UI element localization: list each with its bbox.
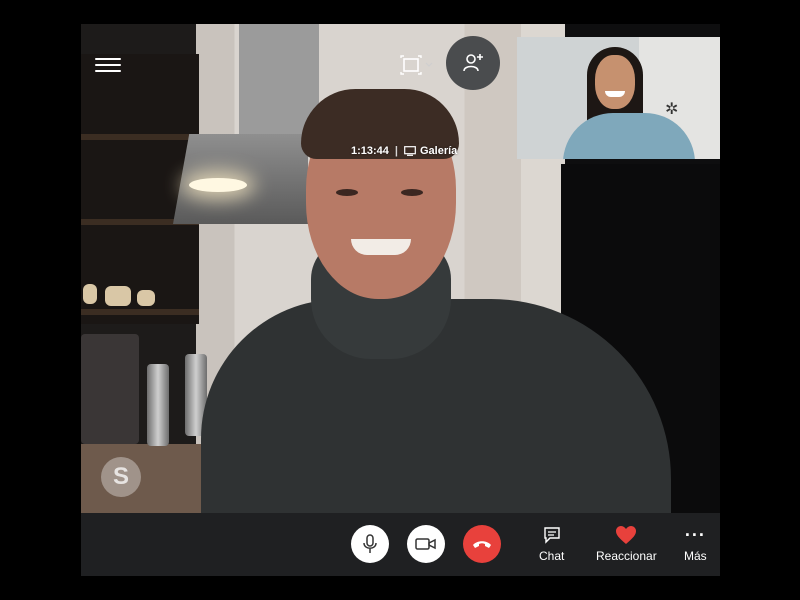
self-video-preview[interactable]: ✲ — [517, 37, 720, 159]
chat-button[interactable]: Chat — [539, 523, 564, 563]
coffee-machine — [81, 334, 139, 444]
fullscreen-icon — [400, 55, 422, 75]
chat-bubble-icon — [543, 527, 560, 544]
chat-label: Chat — [539, 549, 565, 563]
wall-decoration: ✲ — [665, 101, 679, 118]
view-mode-label: Galería — [420, 145, 458, 157]
hang-up-icon — [473, 541, 491, 548]
remote-participant — [201, 89, 671, 576]
mute-button[interactable] — [351, 525, 389, 563]
menu-button[interactable] — [95, 54, 121, 76]
add-participant-button[interactable] — [446, 36, 500, 90]
thermos-bottle — [147, 364, 169, 446]
react-label: Reaccionar — [596, 549, 657, 563]
more-button[interactable]: ··· Más — [684, 523, 707, 564]
chevron-down-icon — [425, 62, 433, 67]
separator: | — [394, 145, 398, 157]
video-camera-icon — [415, 538, 436, 550]
react-button[interactable]: Reaccionar — [596, 523, 657, 563]
call-window: 1:13:44 | Galería ✲ S Chat Reaccionar ··… — [81, 24, 720, 576]
call-info-bar: 1:13:44 | Galería — [351, 145, 457, 157]
hamburger-menu-icon — [95, 58, 121, 72]
layout-toggle-button[interactable] — [399, 54, 437, 76]
gallery-icon — [404, 146, 416, 156]
camera-button[interactable] — [407, 525, 445, 563]
call-controls-bar: Chat Reaccionar ··· Más — [81, 513, 720, 576]
more-dots-icon: ··· — [684, 524, 706, 545]
gallery-view-toggle[interactable]: Galería — [404, 145, 457, 157]
more-label: Más — [684, 549, 707, 563]
microphone-icon — [363, 534, 377, 553]
call-duration: 1:13:44 — [351, 145, 389, 157]
add-person-icon — [463, 54, 483, 72]
skype-logo-icon: S — [101, 457, 141, 497]
hang-up-button[interactable] — [463, 525, 501, 563]
heart-icon — [616, 526, 637, 544]
